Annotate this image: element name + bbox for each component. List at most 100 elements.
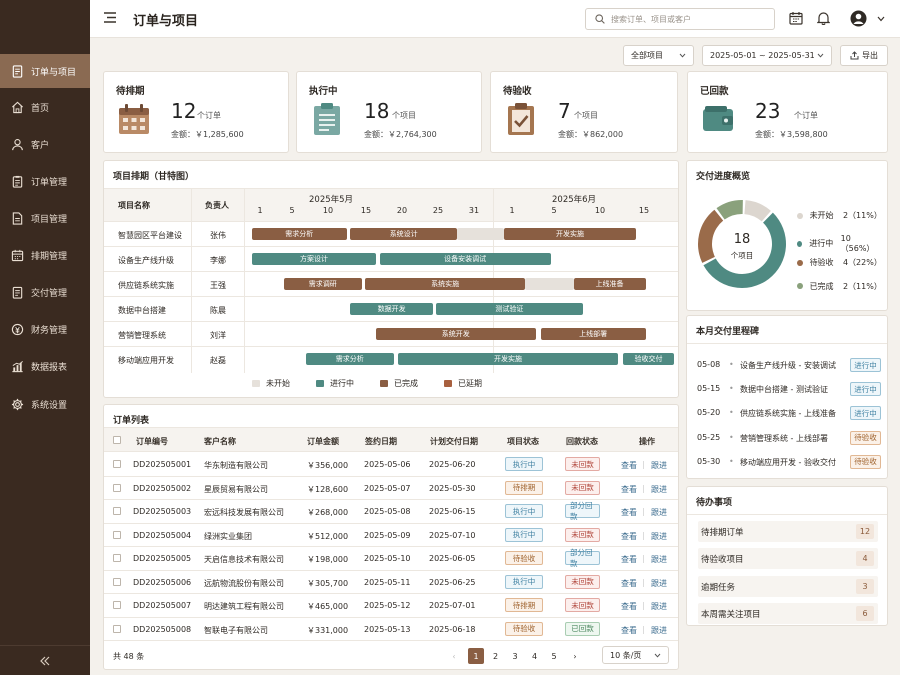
page-5-button[interactable]: 5 — [546, 648, 562, 664]
column-header[interactable]: 签约日期 — [365, 436, 397, 447]
gantt-bar[interactable]: 数据开发 — [350, 303, 433, 315]
page-size-select[interactable]: 10 条/页 — [602, 646, 669, 664]
next-page-button[interactable]: › — [567, 648, 583, 664]
milestone-item[interactable]: 05-08 • 设备生产线升级 - 安装调试 进行中 — [687, 356, 889, 380]
sidebar-item-8[interactable]: 数据报表 — [0, 349, 90, 383]
column-header[interactable]: 订单编号 — [136, 436, 168, 447]
row-checkbox[interactable] — [113, 483, 121, 492]
sidebar-item-0[interactable]: 订单与项目 — [0, 54, 90, 88]
stat-card-3[interactable]: 已回款 23 个订单 金额：￥3,598,800 — [687, 71, 888, 153]
view-link[interactable]: 查看 — [621, 484, 637, 495]
gantt-bar[interactable]: 系统设计 — [350, 228, 457, 240]
view-link[interactable]: 查看 — [621, 578, 637, 589]
milestone-item[interactable]: 05-20 • 供应链系统实施 - 上线准备 进行中 — [687, 404, 889, 428]
follow-link[interactable]: 跟进 — [651, 578, 667, 589]
gantt-bar[interactable]: 测试验证 — [436, 303, 583, 315]
row-checkbox[interactable] — [113, 601, 121, 609]
table-row[interactable]: DD202505006 远航物流股份有限公司 ￥305,700 2025-05-11 2… — [104, 571, 678, 594]
row-checkbox[interactable] — [113, 530, 121, 539]
project-filter-select[interactable]: 全部项目 — [623, 45, 694, 66]
gantt-bar[interactable]: 系统开发 — [376, 328, 536, 340]
sidebar-item-6[interactable]: 交付管理 — [0, 275, 90, 309]
follow-link[interactable]: 跟进 — [651, 484, 667, 495]
view-link[interactable]: 查看 — [621, 460, 637, 471]
column-header[interactable]: 操作 — [639, 436, 655, 447]
row-checkbox[interactable] — [113, 624, 121, 633]
gantt-bar[interactable]: 上线准备 — [573, 278, 646, 290]
gantt-bar[interactable] — [525, 278, 574, 290]
page-2-button[interactable]: 2 — [488, 648, 504, 664]
gantt-bar[interactable]: 系统实施 — [365, 278, 525, 290]
gantt-bar[interactable] — [457, 228, 504, 240]
row-checkbox[interactable] — [113, 507, 121, 515]
gantt-bar[interactable]: 验收交付 — [622, 353, 675, 365]
follow-link[interactable]: 跟进 — [651, 554, 667, 565]
sidebar-item-5[interactable]: 排期管理 — [0, 238, 90, 272]
milestone-item[interactable]: 05-15 • 数据中台搭建 - 测试验证 进行中 — [687, 380, 889, 404]
follow-link[interactable]: 跟进 — [651, 507, 667, 518]
sidebar-item-4[interactable]: 项目管理 — [0, 201, 90, 235]
date-range-select[interactable]: 2025-05-01 ~ 2025-05-31 — [702, 45, 832, 66]
collapse-sidebar-button[interactable] — [0, 645, 90, 675]
todo-item[interactable]: 待排期订单 12 — [698, 521, 878, 542]
table-row[interactable]: DD202505002 星辰贸易有限公司 ￥128,600 2025-05-07 202… — [104, 477, 678, 500]
donut-slice-已完成[interactable] — [716, 200, 743, 220]
gantt-bar[interactable]: 上线部署 — [540, 328, 646, 340]
column-header[interactable]: 计划交付日期 — [430, 436, 478, 447]
row-checkbox[interactable] — [113, 460, 121, 468]
row-checkbox[interactable] — [113, 554, 121, 562]
gantt-bar[interactable]: 需求分析 — [252, 228, 347, 240]
view-link[interactable]: 查看 — [621, 554, 637, 565]
follow-link[interactable]: 跟进 — [651, 460, 667, 471]
page-1-button[interactable]: 1 — [468, 648, 484, 664]
donut-slice-未开始[interactable] — [744, 200, 771, 222]
column-header[interactable]: 回款状态 — [566, 436, 598, 447]
gantt-bar[interactable]: 需求分析 — [305, 353, 394, 365]
page-3-button[interactable]: 3 — [507, 648, 523, 664]
sidebar-item-2[interactable]: 客户 — [0, 127, 90, 161]
view-link[interactable]: 查看 — [621, 625, 637, 636]
table-row[interactable]: DD202505003 宏远科技发展有限公司 ￥268,000 2025-05-08 2… — [104, 500, 678, 524]
sidebar-item-7[interactable]: 财务管理 — [0, 312, 90, 346]
table-row[interactable]: DD202505004 绿洲实业集团 ￥512,000 2025-05-09 2025-… — [104, 524, 678, 547]
stat-card-1[interactable]: 执行中 18 个项目 金额：￥2,764,300 — [296, 71, 482, 153]
export-button[interactable]: 导出 — [840, 45, 888, 66]
gantt-bar[interactable]: 需求调研 — [284, 278, 362, 290]
table-row[interactable]: DD202505008 智联电子有限公司 ￥331,000 2025-05-13 202… — [104, 618, 678, 641]
prev-page-button[interactable]: ‹ — [446, 648, 462, 664]
bell-icon[interactable] — [817, 11, 830, 25]
todo-item[interactable]: 逾期任务 3 — [698, 575, 878, 597]
gantt-bar[interactable]: 开发实施 — [397, 353, 619, 365]
milestone-item[interactable]: 05-30 • 移动端应用开发 - 验收交付 待验收 — [687, 453, 889, 477]
follow-link[interactable]: 跟进 — [651, 601, 667, 612]
todo-item[interactable]: 本周需关注项目 6 — [698, 602, 878, 624]
menu-icon[interactable] — [104, 12, 116, 23]
chevron-down-icon[interactable] — [877, 16, 885, 22]
follow-link[interactable]: 跟进 — [651, 531, 667, 542]
follow-link[interactable]: 跟进 — [651, 625, 667, 636]
view-link[interactable]: 查看 — [621, 601, 637, 612]
view-link[interactable]: 查看 — [621, 531, 637, 542]
sidebar-item-3[interactable]: 订单管理 — [0, 164, 90, 198]
column-header[interactable]: 客户名称 — [204, 436, 236, 447]
table-row[interactable]: DD202505005 天启信息技术有限公司 ￥198,000 2025-05-10 2… — [104, 547, 678, 571]
stat-card-2[interactable]: 待验收 7 个项目 金额：￥862,000 — [490, 71, 678, 153]
search-input[interactable] — [611, 14, 761, 24]
sidebar-item-9[interactable]: 系统设置 — [0, 387, 90, 421]
search-box[interactable] — [585, 8, 775, 30]
stat-card-0[interactable]: 待排期 12 个订单 金额：￥1,285,600 — [103, 71, 289, 153]
table-row[interactable]: DD202505007 明达建筑工程有限公司 ￥465,000 2025-05-12 2… — [104, 594, 678, 618]
view-link[interactable]: 查看 — [621, 507, 637, 518]
sidebar-item-1[interactable]: 首页 — [0, 90, 90, 124]
calendar-icon[interactable] — [789, 11, 803, 25]
gantt-bar[interactable]: 开发实施 — [504, 228, 636, 240]
table-row[interactable]: DD202505001 华东制造有限公司 ￥356,000 2025-05-06 202… — [104, 453, 678, 477]
gantt-bar[interactable]: 设备安装调试 — [379, 253, 551, 265]
column-header[interactable]: 项目状态 — [507, 436, 539, 447]
page-4-button[interactable]: 4 — [527, 648, 543, 664]
milestone-item[interactable]: 05-25 • 营销管理系统 - 上线部署 待验收 — [687, 429, 889, 453]
row-checkbox[interactable] — [113, 577, 121, 586]
todo-item[interactable]: 待验收项目 4 — [698, 548, 878, 570]
select-all-checkbox[interactable] — [113, 436, 121, 444]
avatar[interactable] — [850, 10, 867, 27]
